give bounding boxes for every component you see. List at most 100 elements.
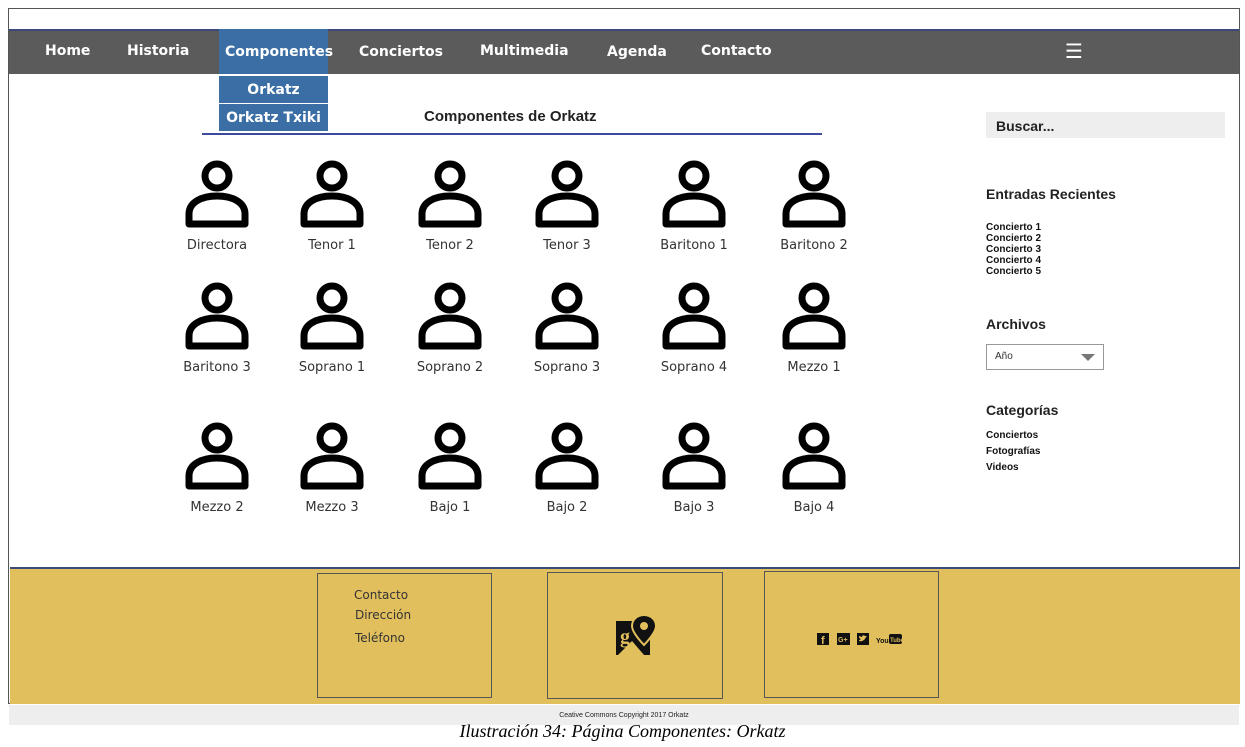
recent-posts-list: Concierto 1 Concierto 2 Concierto 3 Conc… — [986, 222, 1041, 277]
svg-text:Tube: Tube — [890, 638, 902, 644]
member-card: Bajo 3 — [639, 420, 749, 515]
title-underline — [202, 133, 822, 135]
person-icon — [782, 282, 846, 350]
chevron-down-icon — [1081, 354, 1095, 361]
member-card: Soprano 4 — [639, 280, 749, 375]
member-name: Mezzo 3 — [305, 500, 359, 515]
figure-caption: Ilustración 34: Página Componentes: Orka… — [459, 721, 786, 741]
member-card: Bajo 2 — [512, 420, 622, 515]
archives-select-value: Año — [995, 351, 1013, 362]
member-card: Baritono 1 — [639, 158, 749, 253]
person-icon — [662, 160, 726, 228]
person-icon — [782, 422, 846, 490]
person-icon — [418, 282, 482, 350]
member-card: Soprano 1 — [277, 280, 387, 375]
member-card: Directora — [162, 158, 272, 253]
person-icon — [535, 282, 599, 350]
person-icon — [300, 160, 364, 228]
page-title: Componentes de Orkatz — [424, 108, 597, 125]
member-name: Soprano 3 — [533, 360, 601, 375]
nav-componentes[interactable]: Componentes — [225, 44, 333, 60]
nav-home[interactable]: Home — [45, 43, 90, 59]
person-icon — [185, 282, 249, 350]
nav-multimedia[interactable]: Multimedia — [480, 43, 569, 59]
member-name: Mezzo 1 — [787, 360, 841, 375]
member-card: Soprano 2 — [395, 280, 505, 375]
archives-select[interactable]: Año — [986, 344, 1104, 370]
footer-map-box: g — [547, 572, 723, 699]
member-name: Baritono 2 — [780, 238, 848, 253]
archives-heading: Archivos — [986, 316, 1046, 332]
footer-contact-box: Contacto Dirección Teléfono — [317, 573, 492, 698]
recent-post-link[interactable]: Concierto 1 — [986, 222, 1041, 233]
member-name: Soprano 2 — [416, 360, 484, 375]
person-icon — [535, 160, 599, 228]
categories-heading: Categorías — [986, 402, 1059, 418]
member-name: Bajo 3 — [673, 500, 715, 515]
google-plus-icon[interactable]: G+ — [837, 633, 850, 645]
category-link[interactable]: Conciertos — [986, 428, 1040, 444]
footer-contact-title: Contacto — [354, 588, 409, 602]
member-card: Soprano 3 — [512, 280, 622, 375]
dropdown-item-orkatz-txiki[interactable]: Orkatz Txiki — [219, 104, 328, 132]
member-card: Mezzo 3 — [277, 420, 387, 515]
member-card: Mezzo 2 — [162, 420, 272, 515]
recent-post-link[interactable]: Concierto 2 — [986, 233, 1041, 244]
member-name: Baritono 3 — [183, 360, 251, 375]
member-card: Bajo 1 — [395, 420, 505, 515]
category-link[interactable]: Videos — [986, 460, 1040, 476]
dropdown-item-orkatz[interactable]: Orkatz — [219, 76, 328, 104]
person-icon — [782, 160, 846, 228]
member-name: Tenor 1 — [308, 238, 356, 253]
person-icon — [418, 160, 482, 228]
google-maps-icon[interactable]: g — [614, 613, 660, 659]
svg-text:f: f — [821, 635, 825, 645]
facebook-icon[interactable]: f — [817, 633, 829, 645]
categories-list: Conciertos Fotografías Videos — [986, 428, 1040, 476]
hamburger-icon[interactable]: ☰ — [1065, 39, 1083, 63]
nav-historia[interactable]: Historia — [127, 43, 189, 59]
category-link[interactable]: Fotografías — [986, 444, 1040, 460]
person-icon — [535, 422, 599, 490]
recent-post-link[interactable]: Concierto 5 — [986, 266, 1041, 277]
nav-agenda[interactable]: Agenda — [607, 44, 667, 60]
person-icon — [662, 422, 726, 490]
member-name: Mezzo 2 — [190, 500, 244, 515]
member-card: Baritono 3 — [162, 280, 272, 375]
member-card: Baritono 2 — [759, 158, 869, 253]
member-name: Bajo 2 — [546, 500, 588, 515]
componentes-dropdown: Orkatz Orkatz Txiki — [219, 76, 328, 132]
nav-contacto[interactable]: Contacto — [701, 43, 772, 59]
twitter-icon[interactable] — [857, 633, 869, 645]
svg-text:You: You — [876, 638, 889, 645]
recent-post-link[interactable]: Concierto 3 — [986, 244, 1041, 255]
member-card: Tenor 2 — [395, 158, 505, 253]
person-icon — [662, 282, 726, 350]
recent-post-link[interactable]: Concierto 4 — [986, 255, 1041, 266]
member-name: Baritono 1 — [660, 238, 728, 253]
nav-conciertos[interactable]: Conciertos — [359, 44, 443, 60]
member-name: Soprano 4 — [660, 360, 728, 375]
svg-text:G+: G+ — [838, 637, 848, 644]
footer-social-box: f G+ You Tube — [764, 571, 939, 698]
search-input[interactable]: Buscar... — [986, 112, 1225, 138]
person-icon — [300, 422, 364, 490]
person-icon — [185, 160, 249, 228]
footer-phone: Teléfono — [355, 631, 405, 645]
footer-address: Dirección — [355, 608, 412, 622]
member-card: Mezzo 1 — [759, 280, 869, 375]
member-name: Soprano 1 — [298, 360, 366, 375]
member-name: Tenor 3 — [543, 238, 591, 253]
member-name: Tenor 2 — [426, 238, 474, 253]
person-icon — [418, 422, 482, 490]
member-name: Directora — [186, 238, 248, 253]
member-card: Bajo 4 — [759, 420, 869, 515]
member-name: Bajo 1 — [429, 500, 471, 515]
person-icon — [185, 422, 249, 490]
member-card: Tenor 3 — [512, 158, 622, 253]
member-name: Bajo 4 — [793, 500, 835, 515]
youtube-icon[interactable]: You Tube — [876, 633, 902, 645]
person-icon — [300, 282, 364, 350]
member-card: Tenor 1 — [277, 158, 387, 253]
recent-posts-heading: Entradas Recientes — [986, 186, 1116, 202]
